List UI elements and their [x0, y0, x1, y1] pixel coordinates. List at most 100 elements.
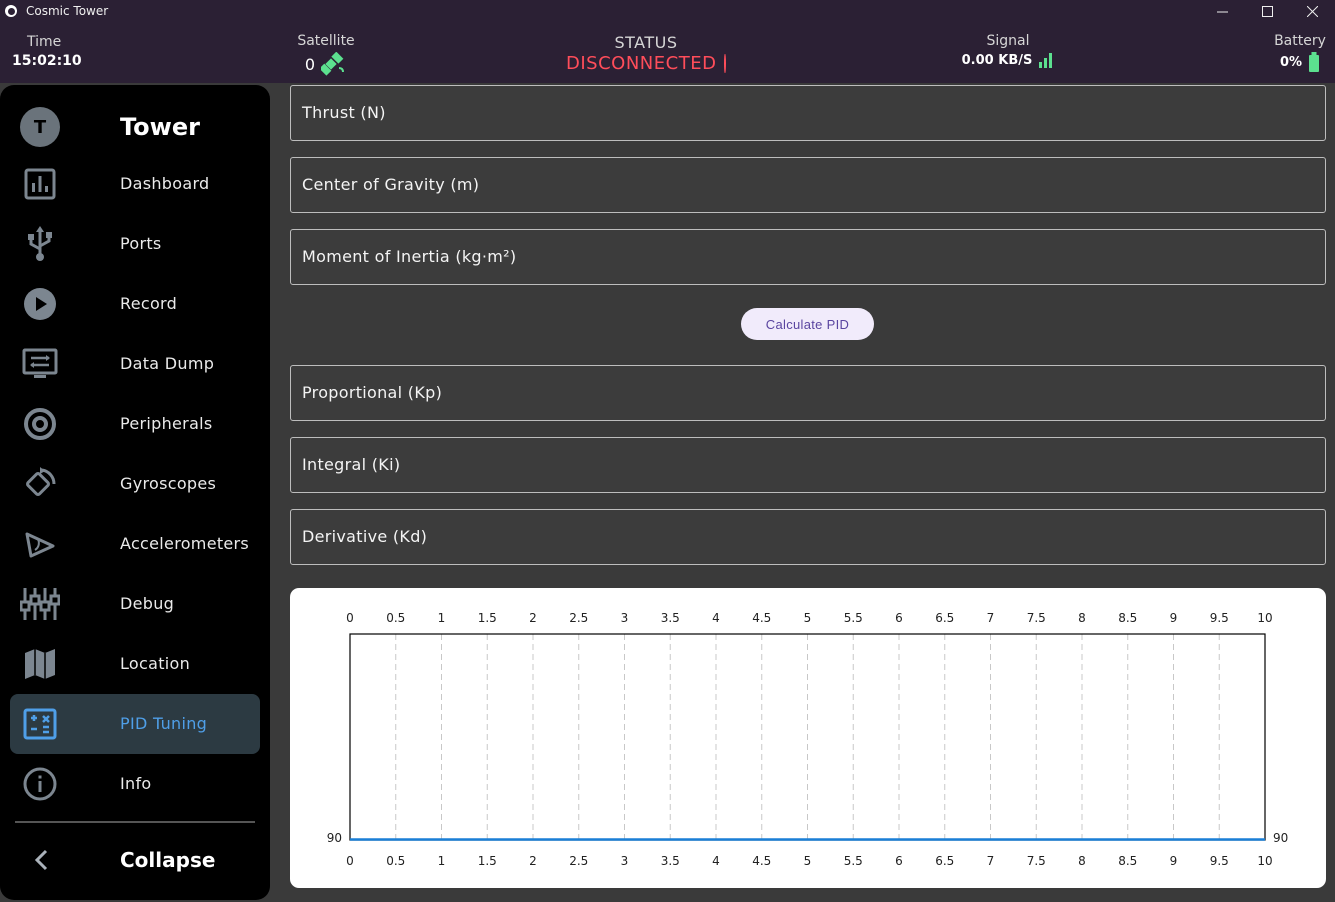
integral-field[interactable]: Integral (Ki)	[290, 437, 1326, 493]
monitor-icon	[20, 346, 60, 382]
sidebar-item-label: Accelerometers	[120, 534, 250, 553]
satellite-icon	[321, 52, 345, 76]
signal-label: Signal	[986, 33, 1030, 49]
x-tick-label-top: 10	[1257, 611, 1272, 625]
battery-block: Battery 0%	[1265, 22, 1335, 83]
x-tick-label-top: 5.5	[844, 611, 863, 625]
center-of-gravity-field[interactable]: Center of Gravity (m)	[290, 157, 1326, 213]
sidebar-item-ports[interactable]: Ports	[10, 214, 260, 274]
derivative-label: Derivative (Kd)	[302, 527, 428, 546]
sidebar-divider	[15, 821, 255, 823]
sidebar-item-accelerometers[interactable]: Accelerometers	[10, 514, 260, 574]
thrust-label: Thrust (N)	[302, 103, 386, 122]
x-tick-label-top: 6	[895, 611, 903, 625]
info-icon	[20, 766, 60, 802]
x-tick-label-bottom: 7	[987, 854, 995, 868]
x-tick-label-bottom: 3.5	[661, 854, 680, 868]
thrust-field[interactable]: Thrust (N)	[290, 85, 1326, 141]
calculate-pid-button[interactable]: Calculate PID	[741, 308, 874, 340]
rotate-icon	[20, 466, 60, 502]
x-tick-label-top: 2.5	[569, 611, 588, 625]
x-tick-label-bottom: 8	[1078, 854, 1086, 868]
sidebar-item-info[interactable]: Info	[10, 754, 260, 814]
status-value: DISCONNECTED	[566, 53, 717, 74]
avatar[interactable]: T	[20, 107, 60, 147]
app-logo-icon	[5, 5, 17, 17]
pid-chart: 0 0 0.5 0.5 1 1 1.5 1.5 2 2 2.5 2.5 3 3 3.5 3.5 4 4 4.5 4.5…	[327, 611, 1289, 868]
x-tick-label-top: 5	[804, 611, 812, 625]
x-tick-label-bottom: 4.5	[752, 854, 771, 868]
x-tick-label-bottom: 0	[346, 854, 354, 868]
x-tick-label-bottom: 10	[1257, 854, 1272, 868]
sidebar-item-data-dump[interactable]: Data Dump	[10, 334, 260, 394]
moment-of-inertia-field[interactable]: Moment of Inertia (kg·m²)	[290, 229, 1326, 285]
sidebar-item-debug[interactable]: Debug	[10, 574, 260, 634]
sidebar-item-label: Info	[120, 774, 152, 793]
maximize-button[interactable]	[1245, 0, 1290, 22]
sidebar-item-label: Debug	[120, 594, 175, 613]
center-of-gravity-label: Center of Gravity (m)	[302, 175, 480, 194]
collapse-label: Collapse	[120, 848, 216, 872]
x-tick-label-bottom: 5.5	[844, 854, 863, 868]
sidebar-item-gyroscopes[interactable]: Gyroscopes	[10, 454, 260, 514]
satellite-label: Satellite	[297, 33, 355, 49]
status-label: STATUS	[614, 33, 678, 52]
proportional-field[interactable]: Proportional (Kp)	[290, 365, 1326, 421]
x-tick-label-bottom: 3	[621, 854, 629, 868]
sidebar-item-pid-tuning[interactable]: PID Tuning	[10, 694, 260, 754]
at-sign-icon	[20, 406, 60, 442]
y-tick-label-left: 90	[327, 831, 342, 845]
sidebar-item-label: Gyroscopes	[120, 474, 217, 493]
sidebar-item-label: Ports	[120, 234, 162, 253]
pid-chart-card: 0 0 0.5 0.5 1 1 1.5 1.5 2 2 2.5 2.5 3 3 3.5 3.5 4 4 4.5 4.5…	[290, 588, 1326, 888]
calculator-icon	[20, 706, 60, 742]
x-tick-label-top: 3	[621, 611, 629, 625]
x-tick-label-bottom: 6.5	[935, 854, 954, 868]
sidebar-item-peripherals[interactable]: Peripherals	[10, 394, 260, 454]
battery-icon	[1309, 52, 1320, 72]
signal-value: 0.00 KB/S	[961, 52, 1033, 68]
x-tick-label-bottom: 5	[804, 854, 812, 868]
y-tick-label-right: 90	[1273, 831, 1288, 845]
x-tick-label-bottom: 0.5	[386, 854, 405, 868]
play-icon	[20, 286, 60, 322]
angle-icon	[20, 526, 60, 562]
x-tick-label-top: 9.5	[1210, 611, 1229, 625]
x-tick-label-top: 7	[987, 611, 995, 625]
sidebar-item-dashboard[interactable]: Dashboard	[10, 154, 260, 214]
sidebar-item-label: Peripherals	[120, 414, 213, 433]
x-tick-label-top: 1.5	[478, 611, 497, 625]
bar-chart-icon	[20, 166, 60, 202]
map-icon	[20, 646, 60, 682]
x-tick-label-top: 6.5	[935, 611, 954, 625]
usb-icon	[20, 226, 60, 262]
collapse-button[interactable]: Collapse	[10, 833, 260, 888]
x-tick-label-top: 9	[1170, 611, 1178, 625]
derivative-field[interactable]: Derivative (Kd)	[290, 509, 1326, 565]
sidebar-item-label: PID Tuning	[120, 714, 208, 733]
x-tick-label-bottom: 1	[438, 854, 446, 868]
x-tick-label-bottom: 6	[895, 854, 903, 868]
minimize-button[interactable]	[1200, 0, 1245, 22]
status-block: STATUS DISCONNECTED	[566, 22, 726, 83]
window-title: Cosmic Tower	[26, 4, 109, 18]
satellite-block: Satellite 0	[276, 22, 376, 83]
x-tick-label-top: 4	[712, 611, 720, 625]
sidebar-item-location[interactable]: Location	[10, 634, 260, 694]
sidebar: T Tower Dashboard Ports Record Data Dump…	[0, 85, 270, 900]
x-tick-label-top: 1	[438, 611, 446, 625]
x-tick-label-bottom: 7.5	[1027, 854, 1046, 868]
status-header: Time 15:02:10 Satellite 0 STATUS DISCONN…	[0, 22, 1335, 83]
time-block: Time 15:02:10	[12, 22, 102, 83]
x-tick-label-top: 0.5	[386, 611, 405, 625]
status-dot-icon	[724, 54, 726, 73]
satellite-value: 0	[304, 54, 316, 74]
sidebar-item-label: Dashboard	[120, 174, 210, 193]
x-tick-label-top: 8.5	[1118, 611, 1137, 625]
minimize-icon	[1217, 11, 1228, 12]
close-button[interactable]	[1290, 0, 1335, 22]
x-tick-label-top: 7.5	[1027, 611, 1046, 625]
signal-block: Signal 0.00 KB/S	[948, 22, 1068, 83]
title-bar: Cosmic Tower	[0, 0, 1335, 22]
sidebar-item-record[interactable]: Record	[10, 274, 260, 334]
